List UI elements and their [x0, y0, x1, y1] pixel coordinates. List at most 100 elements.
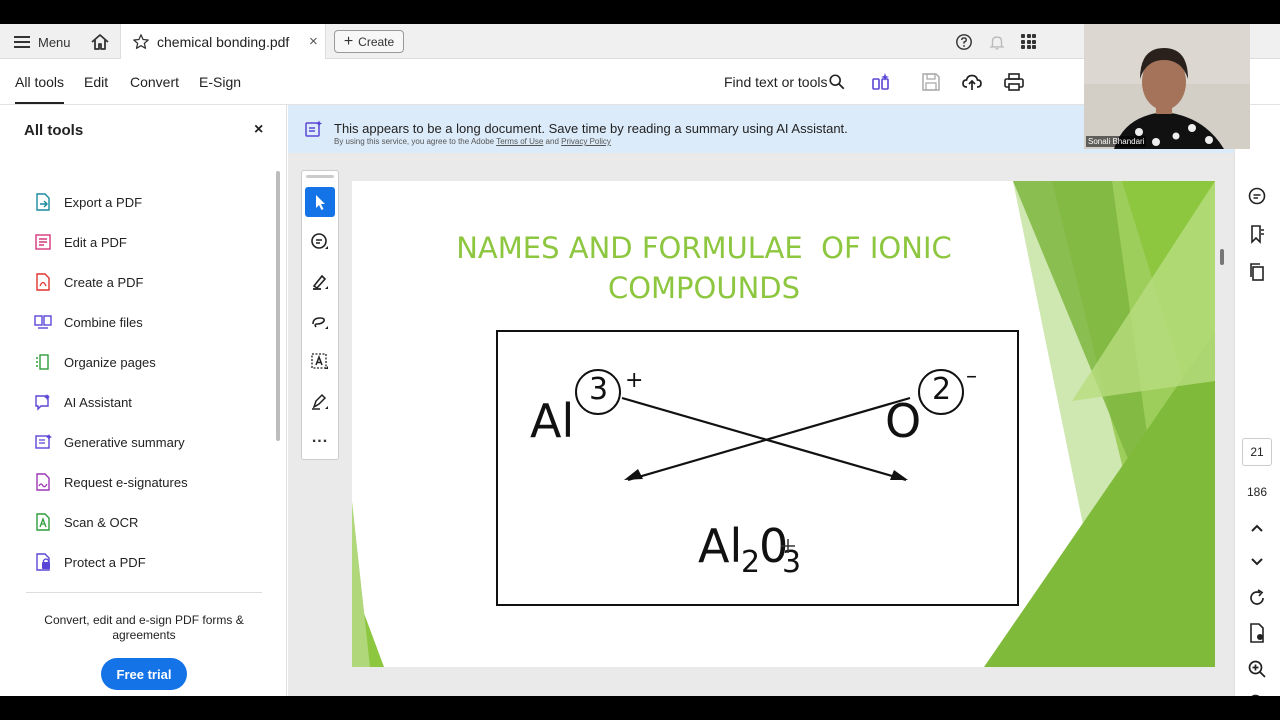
tool-label: AI Assistant — [64, 394, 132, 410]
protect-pdf-icon — [36, 553, 50, 571]
tab-all-tools[interactable]: All tools — [15, 74, 65, 104]
privacy-policy-link[interactable]: Privacy Policy — [561, 137, 611, 146]
total-pages: 186 — [1246, 485, 1268, 499]
tool-label: Generative summary — [64, 434, 185, 450]
quick-tools-strip: ... — [301, 170, 339, 460]
product-al-subscript: 2 — [741, 545, 761, 580]
panel-title: All tools — [24, 122, 84, 139]
tool-ai-assistant[interactable]: AI Assistant — [34, 390, 132, 414]
free-trial-button[interactable]: Free trial — [101, 658, 187, 690]
oxygen-symbol: O — [885, 394, 922, 448]
copy-pages-icon[interactable] — [1247, 262, 1267, 282]
zoom-in-icon[interactable] — [1247, 659, 1267, 679]
tool-scan-ocr[interactable]: Scan & OCR — [34, 510, 138, 534]
tool-label: Organize pages — [64, 354, 156, 370]
tab-title: chemical bonding.pdf — [157, 34, 290, 50]
tool-label: Export a PDF — [64, 194, 143, 210]
save-icon[interactable] — [920, 71, 942, 93]
edit-pdf-icon — [35, 234, 51, 250]
pdf-page: NAMES AND FORMULAE OF IONIC COMPOUNDS Al… — [352, 181, 1215, 667]
disclaimer-and: and — [545, 137, 559, 146]
print-icon[interactable] — [1003, 71, 1025, 93]
panel-divider — [26, 592, 262, 593]
highlight-tool-button[interactable] — [305, 267, 335, 297]
text-tool-button[interactable] — [305, 347, 335, 377]
ai-tools-icon[interactable] — [870, 71, 892, 93]
tab-edit[interactable]: Edit — [84, 74, 108, 90]
create-button[interactable]: + Create — [334, 30, 404, 53]
tool-export-pdf[interactable]: Export a PDF — [34, 190, 142, 214]
o-charge-number: 2 — [932, 372, 952, 407]
generative-summary-icon — [35, 434, 52, 449]
draw-tool-button[interactable] — [305, 307, 335, 337]
comment-icon — [311, 233, 328, 249]
tab-close-icon[interactable]: × — [309, 33, 318, 50]
o-charge-sign: – — [966, 364, 977, 389]
help-icon[interactable] — [955, 33, 973, 51]
pen-sign-icon — [312, 393, 328, 410]
sign-tool-button[interactable] — [305, 387, 335, 417]
search-icon[interactable] — [828, 73, 846, 91]
page-info-icon[interactable] — [1247, 623, 1267, 643]
find-text-or-tools[interactable]: Find text or tools — [724, 74, 828, 90]
combine-files-icon — [34, 315, 52, 329]
chevron-down-icon[interactable] — [1247, 551, 1267, 571]
plus-icon: + — [343, 32, 354, 50]
tool-edit-pdf[interactable]: Edit a PDF — [34, 230, 127, 254]
text-box-icon — [311, 353, 328, 369]
disclaimer-prefix: By using this service, you agree to the … — [334, 137, 495, 146]
tool-request-esignatures[interactable]: Request e-signatures — [34, 470, 188, 494]
tool-label: Request e-signatures — [64, 474, 188, 490]
menu-button[interactable]: Menu — [14, 32, 71, 52]
document-area: This appears to be a long document. Save… — [288, 105, 1234, 696]
panel-scrollbar[interactable] — [276, 171, 280, 441]
tool-label: Combine files — [64, 314, 143, 330]
tool-label: Protect a PDF — [64, 554, 146, 570]
right-rail: 21 186 — [1234, 105, 1280, 696]
zoom-out-icon[interactable] — [1247, 693, 1267, 696]
tab-e-sign[interactable]: E-Sign — [199, 74, 241, 90]
terms-of-use-link[interactable]: Terms of Use — [496, 137, 543, 146]
bookmarks-icon[interactable] — [1247, 224, 1267, 244]
bell-icon[interactable] — [988, 33, 1006, 51]
more-tools-button[interactable]: ... — [305, 429, 335, 447]
star-icon[interactable] — [132, 33, 150, 51]
comments-panel-icon[interactable] — [1247, 186, 1267, 206]
chevron-up-icon[interactable] — [1247, 518, 1267, 538]
tool-organize-pages[interactable]: Organize pages — [34, 350, 156, 374]
document-tab[interactable]: chemical bonding.pdf × — [120, 24, 326, 59]
request-esignatures-icon — [36, 473, 50, 491]
menu-label: Menu — [38, 34, 71, 50]
product-al-symbol: Al — [698, 519, 743, 573]
tool-label: Scan & OCR — [64, 514, 139, 530]
formula-diagram: Al 3 + O 2 – Al 2 0 3 — [496, 330, 1019, 606]
tool-generative-summary[interactable]: Generative summary — [34, 430, 185, 454]
presenter-video-image — [1084, 24, 1250, 149]
ai-summary-icon — [305, 120, 322, 137]
tool-label: Create a PDF — [64, 274, 144, 290]
organize-pages-icon — [36, 354, 49, 370]
cloud-upload-icon[interactable] — [961, 71, 983, 93]
ai-assistant-icon — [35, 394, 50, 411]
rotate-icon[interactable] — [1247, 588, 1267, 608]
apps-grid-icon[interactable] — [1021, 34, 1036, 49]
panel-close-icon[interactable]: × — [254, 121, 263, 139]
home-icon[interactable] — [90, 32, 110, 52]
comment-tool-button[interactable] — [305, 227, 335, 257]
banner-disclaimer: By using this service, you agree to the … — [334, 137, 611, 146]
slide-title-line-1: NAMES AND FORMULAE OF IONIC — [456, 231, 952, 265]
scan-ocr-icon — [36, 513, 50, 531]
participant-name: Sonali Bhandari — [1086, 136, 1147, 147]
tool-combine-files[interactable]: Combine files — [34, 310, 143, 334]
document-scrollbar[interactable] — [1220, 249, 1224, 265]
current-page-input[interactable]: 21 — [1242, 438, 1272, 466]
toolstrip-grip[interactable] — [306, 175, 334, 178]
select-tool-button[interactable] — [305, 187, 335, 217]
tab-convert[interactable]: Convert — [130, 74, 179, 90]
tool-protect-pdf[interactable]: Protect a PDF — [34, 550, 146, 574]
slide-title: NAMES AND FORMULAE OF IONIC COMPOUNDS — [352, 228, 1056, 308]
tool-create-pdf[interactable]: Create a PDF — [34, 270, 143, 294]
banner-message[interactable]: This appears to be a long document. Save… — [334, 121, 848, 136]
hamburger-icon — [14, 36, 30, 48]
cursor-arrow-icon — [316, 195, 325, 210]
